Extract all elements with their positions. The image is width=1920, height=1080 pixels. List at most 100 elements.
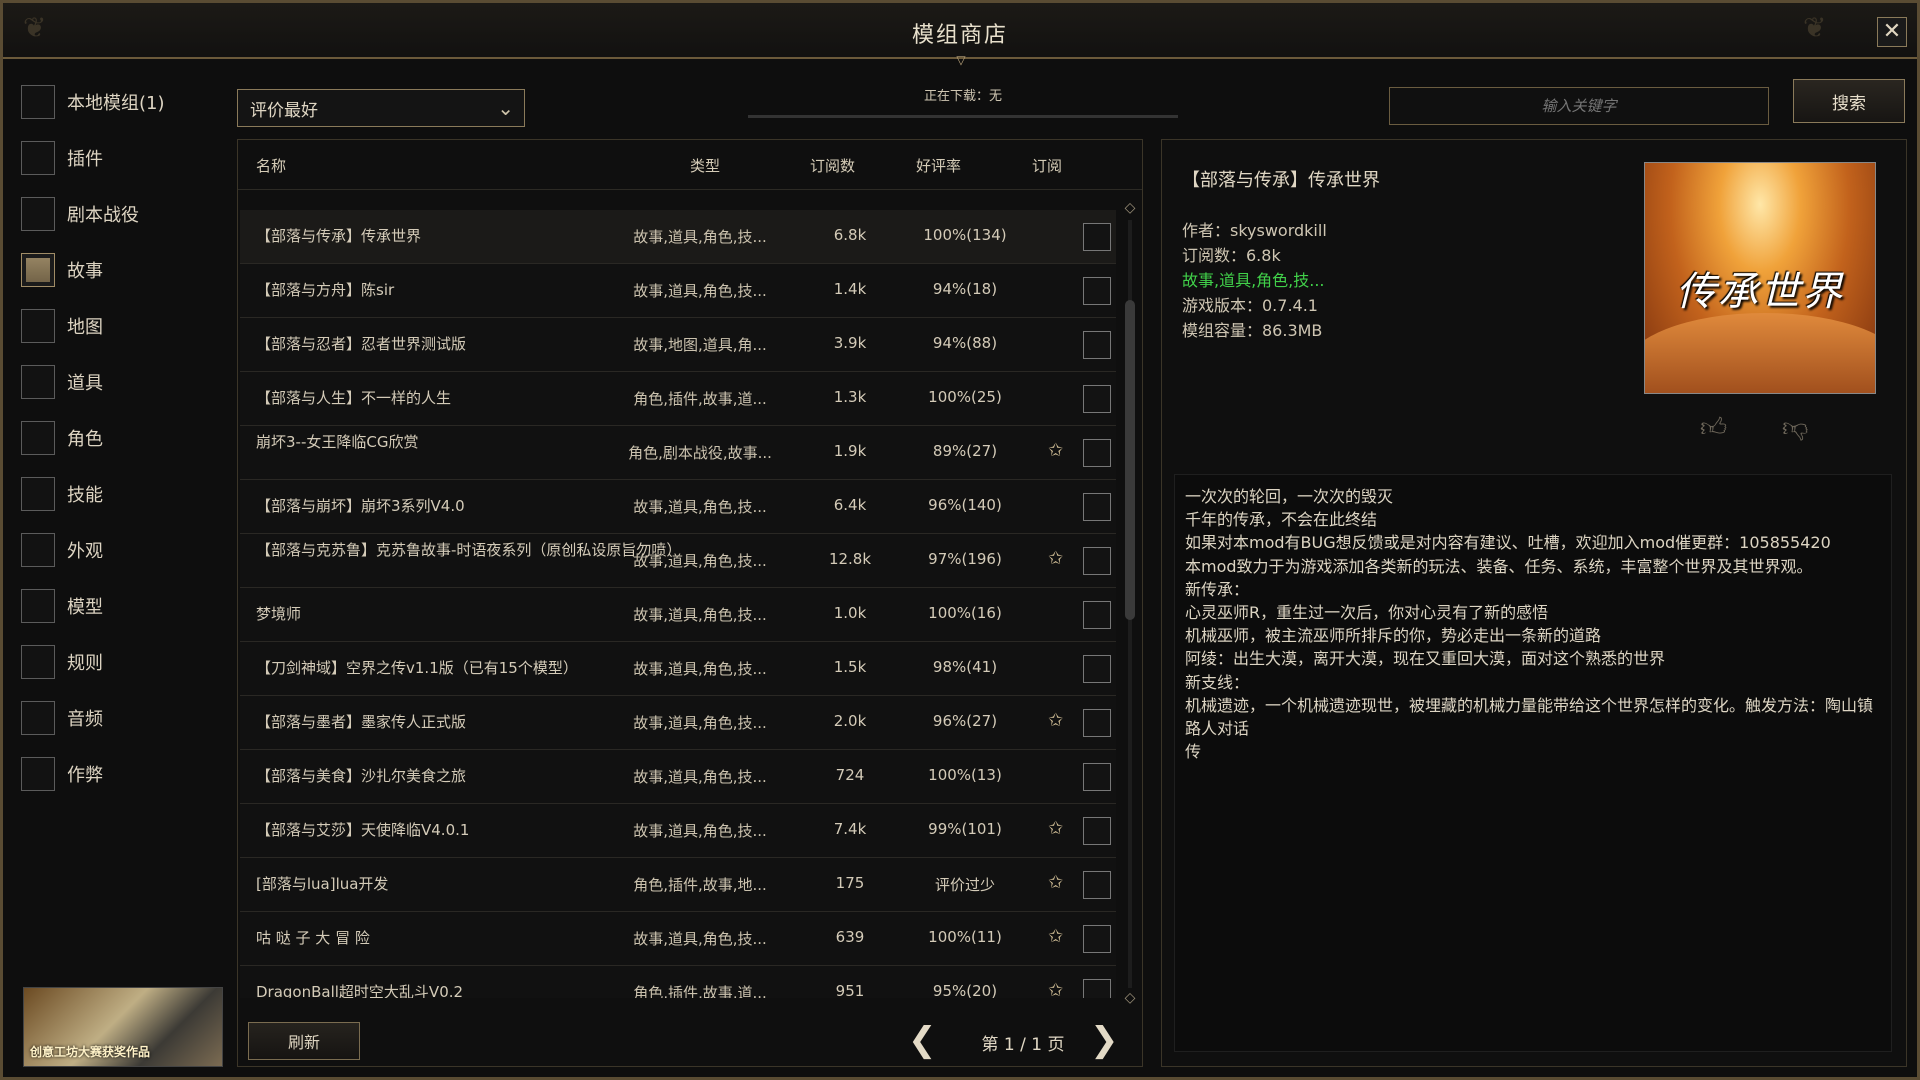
subscribe-checkbox[interactable] [1083, 547, 1111, 575]
scroll-down-icon[interactable]: ◇ [1122, 990, 1138, 1006]
category-label: 剧本战役 [67, 205, 139, 226]
subscribe-checkbox[interactable] [1083, 439, 1111, 467]
mod-row[interactable]: 【部落与人生】不一样的人生 角色,插件,故事,道... 1.3k 100%(25) [240, 372, 1116, 426]
category-item[interactable]: 外观 [21, 531, 221, 569]
subscribe-checkbox[interactable] [1083, 871, 1111, 899]
category-checkbox[interactable] [21, 757, 55, 791]
mod-subscriptions: 6.4k [833, 496, 867, 514]
category-item[interactable]: 角色 [21, 419, 221, 457]
category-label: 本地模组(1) [67, 93, 165, 114]
mod-row[interactable]: 【部落与克苏鲁】克苏鲁故事-时语夜系列（原创私设原旨勿喷） 故事,道具,角色,技.… [240, 534, 1116, 588]
header-types[interactable]: 类型 [690, 155, 720, 176]
mod-row[interactable]: [部落与lua]lua开发 角色,插件,故事,地... 175 评价过少 ✩ [240, 858, 1116, 912]
thumbs-up-icon: 👍︎ [1700, 413, 1728, 443]
category-item[interactable]: 地图 [21, 307, 221, 345]
mod-rating: 95%(20) [932, 982, 998, 998]
featured-star-icon: ✩ [1048, 872, 1064, 893]
category-checkbox[interactable] [21, 477, 55, 511]
subscribe-checkbox[interactable] [1083, 979, 1111, 998]
window-title: 模组商店 [911, 23, 1008, 48]
refresh-button[interactable]: 刷新 [248, 1022, 360, 1060]
mod-subscriptions: 175 [835, 874, 865, 892]
subscribe-checkbox[interactable] [1083, 709, 1111, 737]
mod-row[interactable]: 【部落与艾莎】天使降临V4.0.1 故事,道具,角色,技... 7.4k 99%(10… [240, 804, 1116, 858]
mod-row[interactable]: 【部落与方舟】陈sir 故事,道具,角色,技... 1.4k 94%(18) [240, 264, 1116, 318]
mod-rating: 94%(88) [932, 334, 998, 352]
category-checkbox[interactable] [21, 589, 55, 623]
category-checkbox[interactable] [21, 701, 55, 735]
category-label: 音频 [67, 709, 103, 730]
like-button[interactable]: 👍︎ [1700, 412, 1727, 443]
subscribe-checkbox[interactable] [1083, 493, 1111, 521]
category-item[interactable]: 故事 [21, 251, 221, 289]
banner-text: 创意工坊大赛获奖作品 [30, 1045, 151, 1059]
mod-types: 故事,道具,角色,技... [633, 660, 767, 678]
category-item[interactable]: 模型 [21, 587, 221, 625]
next-page-button[interactable]: ❯ [1090, 1020, 1119, 1060]
category-item[interactable]: 音频 [21, 699, 221, 737]
mod-types: 故事,道具,角色,技... [633, 822, 767, 840]
mod-row[interactable]: 【部落与传承】传承世界 故事,道具,角色,技... 6.8k 100%(134) [240, 210, 1116, 264]
close-button[interactable]: ✕ [1877, 17, 1907, 47]
subscribe-checkbox[interactable] [1083, 277, 1111, 305]
list-header: 名称 类型 订阅数 好评率 订阅 [238, 140, 1142, 190]
mod-row[interactable]: 【部落与墨者】墨家传人正式版 故事,道具,角色,技... 2.0k 96%(27) ✩ [240, 696, 1116, 750]
mod-row[interactable]: DragonBall超时空大乱斗V0.2 角色,插件,故事,道... 951 95%(… [240, 966, 1116, 998]
header-name[interactable]: 名称 [256, 155, 286, 176]
subscribe-checkbox[interactable] [1083, 655, 1111, 683]
category-label: 故事 [67, 261, 103, 282]
header-rate[interactable]: 好评率 [916, 155, 961, 176]
mod-row[interactable]: 崩坏3--女王降临CG欣赏 角色,剧本战役,故事... 1.9k 89%(27) ✩ [240, 426, 1116, 480]
category-checkbox[interactable] [21, 421, 55, 455]
category-checkbox[interactable] [21, 533, 55, 567]
category-item[interactable]: 本地模组(1) [21, 83, 221, 121]
category-item[interactable]: 道具 [21, 363, 221, 401]
page-indicator: 第 1 / 1 页 [981, 1035, 1065, 1055]
category-item[interactable]: 作弊 [21, 755, 221, 793]
category-checkbox[interactable] [21, 197, 55, 231]
category-checkbox[interactable] [21, 645, 55, 679]
mod-row[interactable]: 【部落与美食】沙扎尔美食之旅 故事,道具,角色,技... 724 100%(13) [240, 750, 1116, 804]
mod-types: 故事,道具,角色,技... [633, 228, 767, 246]
subscribe-checkbox[interactable] [1083, 925, 1111, 953]
mod-subscriptions: 3.9k [833, 334, 867, 352]
subscribe-checkbox[interactable] [1083, 385, 1111, 413]
featured-star-icon: ✩ [1048, 818, 1064, 839]
mod-row[interactable]: 【部落与忍者】忍者世界测试版 故事,地图,道具,角... 3.9k 94%(88) [240, 318, 1116, 372]
subscribe-checkbox[interactable] [1083, 223, 1111, 251]
scroll-thumb[interactable] [1125, 300, 1135, 620]
subscribe-checkbox[interactable] [1083, 817, 1111, 845]
category-item[interactable]: 剧本战役 [21, 195, 221, 233]
mod-row[interactable]: 咕 哒 子 大 冒 险故事,道具,角色,技... 639 100%(11) ✩ [240, 912, 1116, 966]
sort-dropdown[interactable]: 评价最好 ⌄ [237, 89, 525, 127]
subscribe-checkbox[interactable] [1083, 331, 1111, 359]
workshop-award-banner[interactable]: 创意工坊大赛获奖作品 [23, 987, 223, 1067]
mod-rows: 【部落与传承】传承世界 故事,道具,角色,技... 6.8k 100%(134) 【部落… [238, 210, 1118, 998]
search-input[interactable] [1389, 87, 1769, 125]
subscribe-checkbox[interactable] [1083, 763, 1111, 791]
dislike-button[interactable]: 👎︎ [1782, 412, 1808, 443]
scroll-up-icon[interactable]: ◇ [1122, 200, 1138, 216]
header-subs[interactable]: 订阅数 [810, 155, 855, 176]
mod-row[interactable]: 梦境师 故事,道具,角色,技... 1.0k 100%(16) [240, 588, 1116, 642]
category-item[interactable]: 插件 [21, 139, 221, 177]
category-checkbox[interactable] [21, 365, 55, 399]
mod-types: 故事,道具,角色,技... [633, 606, 767, 624]
mod-subscriptions: 1.9k [833, 442, 867, 460]
list-scrollbar[interactable]: ◇ ◇ [1122, 200, 1138, 1008]
header-subscribe[interactable]: 订阅 [1032, 155, 1062, 176]
search-button[interactable]: 搜索 [1793, 79, 1905, 123]
category-item[interactable]: 技能 [21, 475, 221, 513]
mod-row[interactable]: 【刀剑神域】空界之传v1.1版（已有15个模型） 故事,道具,角色,技... 1.5… [240, 642, 1116, 696]
category-item[interactable]: 规则 [21, 643, 221, 681]
subscribe-checkbox[interactable] [1083, 601, 1111, 629]
mod-row[interactable]: 【部落与崩坏】崩坏3系列V4.0 故事,道具,角色,技... 6.4k 96%(140… [240, 480, 1116, 534]
category-checkbox[interactable] [21, 253, 55, 287]
mod-rating: 评价过少 [934, 876, 995, 894]
category-checkbox[interactable] [21, 309, 55, 343]
prev-page-button[interactable]: ❮ [908, 1020, 937, 1060]
category-checkbox[interactable] [21, 85, 55, 119]
description-box[interactable]: 一次次的轮回，一次次的毁灭 千年的传承，不会在此终结 如果对本mod有BUG想反… [1174, 474, 1892, 1052]
category-label: 模型 [67, 597, 103, 618]
category-checkbox[interactable] [21, 141, 55, 175]
